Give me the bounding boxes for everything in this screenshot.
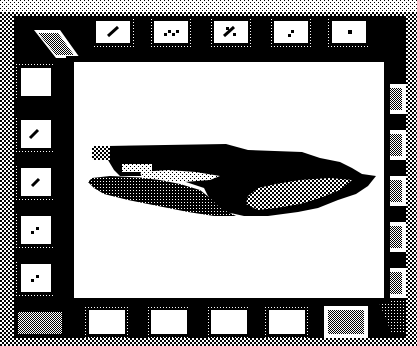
left-button-2[interactable] bbox=[16, 116, 54, 152]
top-bar bbox=[92, 17, 370, 47]
main-canvas[interactable] bbox=[66, 56, 390, 304]
left-button-1[interactable] bbox=[16, 64, 54, 100]
bottom-button-2[interactable] bbox=[146, 306, 190, 338]
bottom-button-5[interactable] bbox=[324, 306, 368, 338]
left-button-5[interactable] bbox=[16, 260, 54, 296]
top-dither-strip bbox=[0, 0, 417, 12]
left-button-3[interactable] bbox=[16, 164, 54, 200]
left-button-4[interactable] bbox=[16, 212, 54, 248]
top-button-4[interactable] bbox=[270, 17, 312, 47]
retro-paint-screen bbox=[0, 0, 417, 346]
bottom-button-3[interactable] bbox=[206, 306, 250, 338]
bottom-button-1[interactable] bbox=[84, 306, 128, 338]
top-button-2[interactable] bbox=[150, 17, 192, 47]
bottom-button-4[interactable] bbox=[264, 306, 308, 338]
top-button-3[interactable] bbox=[210, 17, 252, 47]
top-button-1[interactable] bbox=[92, 17, 134, 47]
left-bar bbox=[16, 64, 54, 296]
corner-bottom-left bbox=[18, 312, 62, 334]
bottom-bar bbox=[84, 306, 368, 338]
top-button-5[interactable] bbox=[328, 17, 370, 47]
frame-svg bbox=[0, 0, 417, 346]
dot-icon bbox=[348, 30, 352, 34]
